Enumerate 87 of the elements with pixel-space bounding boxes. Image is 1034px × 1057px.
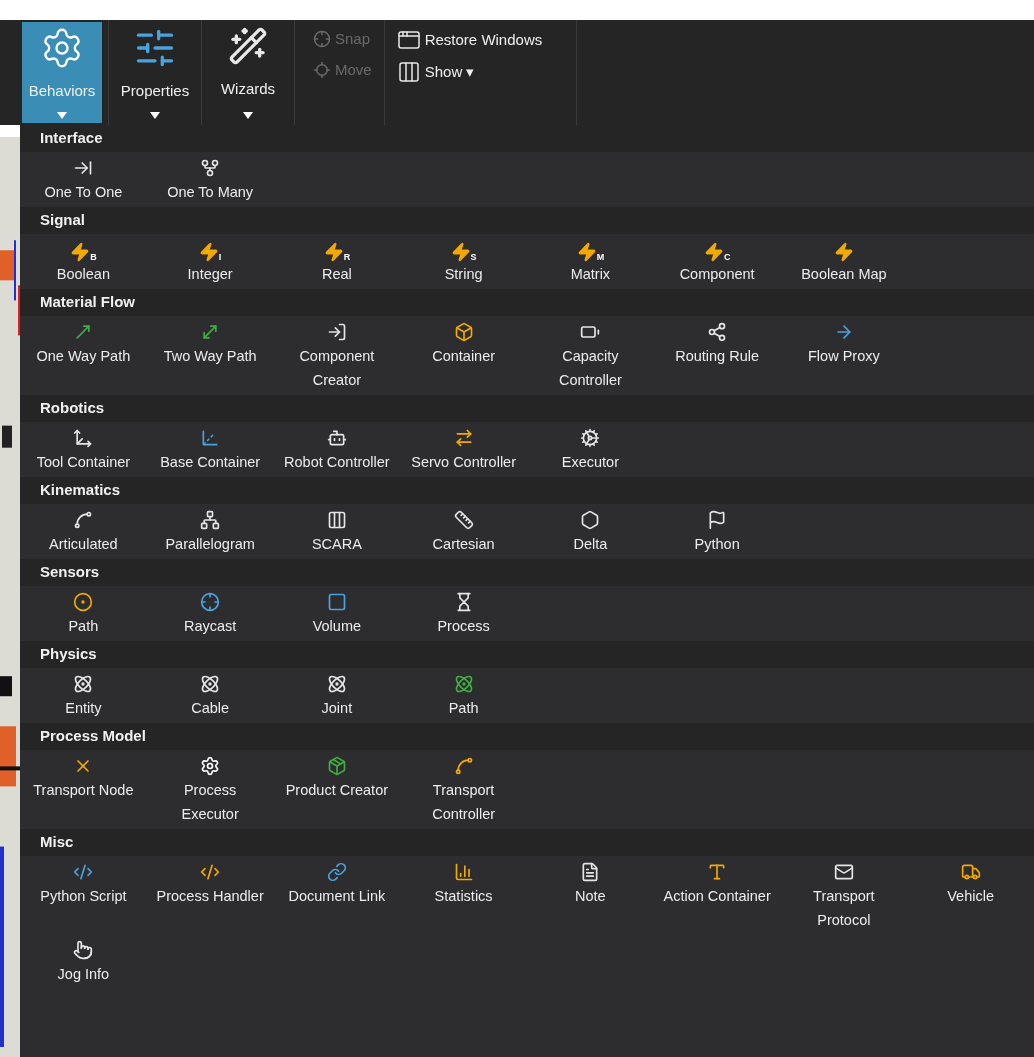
behavior-item[interactable]: Parallelogram	[146, 508, 274, 556]
behavior-item[interactable]: One Way Path	[20, 320, 147, 392]
behavior-item[interactable]: Executor	[527, 426, 654, 474]
ribbon-button[interactable]: Restore Windows	[396, 28, 564, 52]
behavior-item[interactable]: Routing Rule	[653, 320, 781, 392]
target-icon	[313, 60, 331, 79]
section-header: Misc	[40, 832, 74, 853]
behavior-item[interactable]: Transport Protocol	[780, 860, 908, 932]
behavior-item[interactable]: Python	[653, 508, 781, 556]
hexagon-icon	[580, 510, 601, 530]
one-to-one-icon	[73, 158, 94, 178]
section-header: Sensors	[40, 562, 100, 583]
section-header: Material Flow	[40, 292, 136, 313]
behavior-item[interactable]: Delta	[527, 508, 654, 556]
behavior-item[interactable]: Component Creator	[273, 320, 401, 392]
behavior-item[interactable]: Cable	[146, 672, 274, 720]
behavior-item[interactable]: Container	[400, 320, 527, 392]
behavior-item[interactable]: Path	[400, 672, 527, 720]
section-header: Physics	[40, 644, 97, 665]
behavior-item[interactable]: I Integer	[146, 238, 274, 286]
gear-icon	[200, 756, 221, 776]
caret-icon	[243, 112, 253, 119]
link-icon	[326, 862, 347, 882]
behavior-item[interactable]: Note	[527, 860, 654, 932]
atom-icon	[73, 674, 94, 694]
behavior-item[interactable]: Process Handler	[146, 860, 274, 932]
behavior-item[interactable]: M Matrix	[527, 238, 654, 286]
caret-icon	[150, 112, 160, 119]
panels-icon	[396, 60, 421, 84]
behavior-item[interactable]: Entity	[20, 672, 147, 720]
behavior-item[interactable]: Boolean Map	[780, 238, 908, 286]
behavior-item[interactable]: Joint	[273, 672, 401, 720]
flag-icon	[707, 510, 728, 530]
atom-icon	[453, 674, 474, 694]
box-icon	[326, 756, 347, 776]
behavior-item[interactable]: C Component	[653, 238, 781, 286]
section-header: Process Model	[40, 726, 146, 747]
behavior-item[interactable]: Base Container	[146, 426, 274, 474]
ribbon-button[interactable]: Wizards	[208, 22, 288, 123]
behavior-item[interactable]: Capacity Controller	[527, 320, 654, 392]
section-header: Robotics	[40, 398, 105, 419]
behavior-item[interactable]: Robot Controller	[273, 426, 401, 474]
behavior-item[interactable]: Path	[20, 590, 147, 638]
behavior-item[interactable]: Document Link	[273, 860, 401, 932]
ribbon-button[interactable]: Show ▾	[396, 60, 564, 84]
behavior-item[interactable]: Servo Controller	[400, 426, 527, 474]
behavior-item[interactable]: Product Creator	[273, 754, 401, 826]
behavior-item[interactable]: Action Container	[653, 860, 781, 932]
behavior-item[interactable]: Raycast	[146, 590, 274, 638]
section-header: Signal	[40, 210, 85, 231]
one-to-many-icon	[200, 158, 221, 178]
envelope-icon	[833, 862, 854, 882]
behavior-item[interactable]: Statistics	[400, 860, 527, 932]
atom-icon	[200, 674, 221, 694]
behavior-item[interactable]: B Boolean	[20, 238, 147, 286]
behavior-item[interactable]: Tool Container	[20, 426, 147, 474]
behavior-item[interactable]: Jog Info	[20, 938, 147, 986]
ribbon-button[interactable]: Properties	[115, 22, 195, 123]
caret-icon	[57, 112, 67, 119]
container-icon	[453, 322, 474, 342]
behavior-item[interactable]: Flow Proxy	[780, 320, 908, 392]
behavior-item[interactable]: R Real	[273, 238, 401, 286]
crosshair-icon	[313, 30, 331, 49]
chart-icon	[453, 862, 474, 882]
hand-icon	[73, 940, 94, 960]
behavior-item[interactable]: Transport Node	[20, 754, 147, 826]
vehicle-icon	[960, 862, 981, 882]
behavior-item[interactable]: Cartesian	[400, 508, 527, 556]
window-icon	[396, 28, 421, 52]
axes-icon	[73, 428, 94, 448]
behavior-item[interactable]: Process	[400, 590, 527, 638]
behavior-item[interactable]: SCARA	[273, 508, 401, 556]
section-header: Kinematics	[40, 480, 121, 501]
behavior-item[interactable]: Transport Controller	[400, 754, 527, 826]
behavior-item[interactable]: One To One	[20, 156, 147, 204]
behavior-item[interactable]: Python Script	[20, 860, 147, 932]
section-header: Interface	[40, 128, 103, 149]
letter-icon	[707, 862, 728, 882]
atom-icon	[326, 674, 347, 694]
behavior-item[interactable]: Two Way Path	[146, 320, 274, 392]
behavior-item[interactable]: Process Executor	[146, 754, 274, 826]
behavior-item[interactable]: Vehicle	[907, 860, 1034, 932]
note-icon	[580, 862, 601, 882]
behavior-item[interactable]: One To Many	[146, 156, 274, 204]
behavior-item[interactable]: S String	[400, 238, 527, 286]
behavior-item[interactable]: Articulated	[20, 508, 147, 556]
behavior-item[interactable]: Volume	[273, 590, 401, 638]
